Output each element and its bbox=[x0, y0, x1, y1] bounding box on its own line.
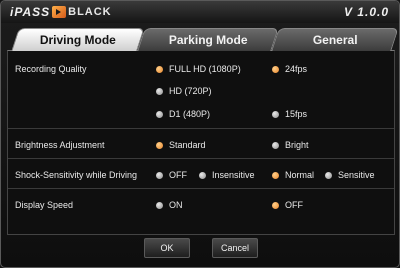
radio-dot-icon bbox=[272, 141, 279, 149]
divider bbox=[8, 158, 394, 159]
divider bbox=[8, 188, 394, 189]
radio-full-hd-label: FULL HD (1080P) bbox=[169, 64, 241, 74]
radio-dot-icon bbox=[272, 65, 279, 73]
title-bar: iPASS BLACK V 1.0.0 bbox=[1, 1, 399, 23]
radio-d1[interactable]: D1 (480P) bbox=[156, 109, 210, 119]
radio-24fps-label: 24fps bbox=[285, 64, 308, 74]
radio-hd[interactable]: HD (720P) bbox=[156, 86, 212, 96]
tab-parking-mode-label: Parking Mode bbox=[168, 33, 248, 47]
tab-general[interactable]: General bbox=[271, 28, 399, 51]
radio-bright[interactable]: Bright bbox=[272, 140, 309, 150]
radio-speed-on-label: ON bbox=[169, 200, 183, 210]
radio-bright-label: Bright bbox=[285, 140, 309, 150]
radio-dot-icon bbox=[156, 171, 163, 179]
display-speed-label: Display Speed bbox=[15, 200, 74, 210]
radio-insensitive-label: Insensitive bbox=[212, 170, 255, 180]
recording-quality-label: Recording Quality bbox=[15, 64, 87, 74]
radio-speed-off-label: OFF bbox=[285, 200, 303, 210]
radio-sensitive-label: Sensitive bbox=[338, 170, 375, 180]
radio-normal-label: Normal bbox=[285, 170, 315, 180]
shock-sensitivity-label: Shock-Sensitivity while Driving bbox=[15, 170, 138, 180]
settings-panel: Recording Quality FULL HD (1080P) HD (72… bbox=[7, 50, 395, 235]
radio-dot-icon bbox=[156, 201, 163, 209]
radio-shock-off-label: OFF bbox=[169, 170, 187, 180]
radio-dot-icon bbox=[156, 110, 163, 118]
tab-driving-mode-label: Driving Mode bbox=[39, 33, 116, 47]
tab-parking-mode[interactable]: Parking Mode bbox=[137, 28, 279, 51]
radio-normal[interactable]: Normal bbox=[272, 170, 314, 180]
radio-dot-icon bbox=[272, 171, 279, 179]
radio-dot-icon bbox=[272, 110, 279, 118]
brand-prefix: iPASS bbox=[10, 5, 51, 19]
radio-dot-icon bbox=[325, 171, 332, 179]
radio-hd-label: HD (720P) bbox=[169, 86, 212, 96]
radio-dot-icon bbox=[199, 171, 206, 179]
divider bbox=[8, 128, 394, 129]
play-icon bbox=[52, 6, 67, 18]
radio-sensitive[interactable]: Sensitive bbox=[325, 170, 375, 180]
radio-standard[interactable]: Standard bbox=[156, 140, 206, 150]
tab-bar: General Parking Mode Driving Mode bbox=[7, 28, 399, 51]
radio-15fps-label: 15fps bbox=[285, 109, 308, 119]
version-label: V 1.0.0 bbox=[343, 5, 389, 19]
radio-full-hd[interactable]: FULL HD (1080P) bbox=[156, 64, 241, 74]
radio-speed-off[interactable]: OFF bbox=[272, 200, 303, 210]
brightness-label: Brightness Adjustment bbox=[15, 140, 105, 150]
radio-dot-icon bbox=[156, 65, 163, 73]
radio-d1-label: D1 (480P) bbox=[169, 109, 211, 119]
radio-dot-icon bbox=[156, 141, 163, 149]
ok-button[interactable]: OK bbox=[144, 238, 190, 258]
radio-insensitive[interactable]: Insensitive bbox=[199, 170, 255, 180]
radio-dot-icon bbox=[156, 87, 163, 95]
radio-speed-on[interactable]: ON bbox=[156, 200, 183, 210]
tab-driving-mode[interactable]: Driving Mode bbox=[11, 28, 145, 51]
radio-15fps[interactable]: 15fps bbox=[272, 109, 307, 119]
settings-window: iPASS BLACK V 1.0.0 General Parking Mode… bbox=[0, 0, 400, 268]
tab-general-label: General bbox=[312, 33, 358, 47]
brand-suffix: BLACK bbox=[68, 6, 112, 18]
radio-dot-icon bbox=[272, 201, 279, 209]
brand-logo: iPASS BLACK bbox=[10, 5, 112, 19]
radio-standard-label: Standard bbox=[169, 140, 206, 150]
cancel-button[interactable]: Cancel bbox=[212, 238, 258, 258]
radio-shock-off[interactable]: OFF bbox=[156, 170, 187, 180]
radio-24fps[interactable]: 24fps bbox=[272, 64, 307, 74]
